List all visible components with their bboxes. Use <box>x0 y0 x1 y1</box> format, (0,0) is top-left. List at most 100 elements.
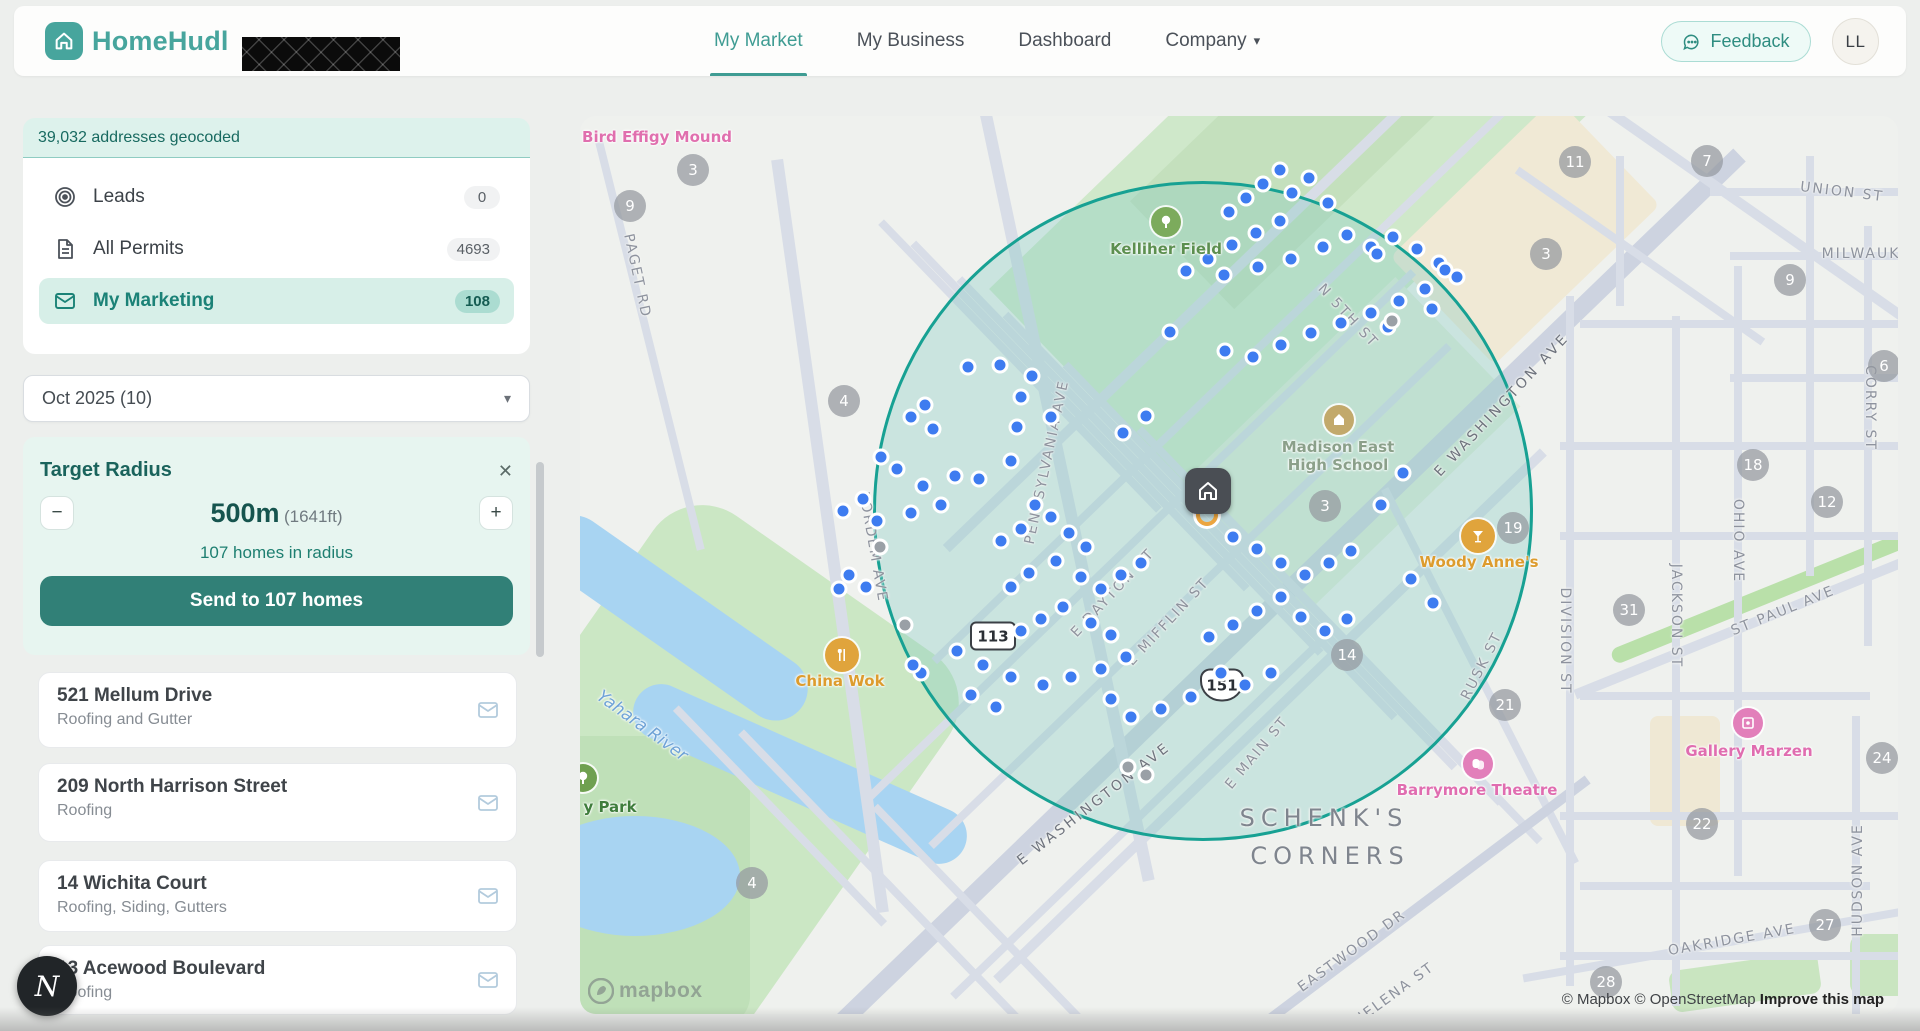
home-dot[interactable] <box>1255 176 1272 193</box>
home-dot[interactable] <box>1303 325 1320 342</box>
home-dot[interactable] <box>1273 337 1290 354</box>
home-dot[interactable] <box>1320 195 1337 212</box>
home-dot[interactable] <box>1061 525 1078 542</box>
home-dot[interactable] <box>1385 229 1402 246</box>
feedback-button[interactable]: Feedback <box>1661 21 1811 62</box>
home-dot[interactable] <box>1343 543 1360 560</box>
home-dot[interactable] <box>1078 539 1095 556</box>
sidebar-scrollbar[interactable] <box>536 462 544 657</box>
home-dot[interactable] <box>1133 555 1150 572</box>
home-dot[interactable] <box>1009 419 1026 436</box>
home-dot[interactable] <box>1043 409 1060 426</box>
home-dot[interactable] <box>1027 497 1044 514</box>
home-dot[interactable] <box>831 581 848 598</box>
address-card[interactable]: 209 North Harrison Street Roofing <box>38 763 517 842</box>
home-dot[interactable] <box>1003 579 1020 596</box>
permit-dot[interactable] <box>897 617 914 634</box>
home-dot[interactable] <box>1245 349 1262 366</box>
nav-company[interactable]: Company▾ <box>1165 6 1260 76</box>
home-dot[interactable] <box>933 497 950 514</box>
home-dot[interactable] <box>947 468 964 485</box>
home-dot[interactable] <box>1272 213 1289 230</box>
home-dot[interactable] <box>903 505 920 522</box>
home-dot[interactable] <box>1217 343 1234 360</box>
home-dot[interactable] <box>889 461 906 478</box>
home-dot[interactable] <box>1063 669 1080 686</box>
home-dot[interactable] <box>1391 293 1408 310</box>
home-dot[interactable] <box>1183 689 1200 706</box>
home-dot[interactable] <box>1178 263 1195 280</box>
mapbox-logo[interactable]: mapbox <box>588 978 703 1004</box>
home-dot[interactable] <box>971 471 988 488</box>
home-dot[interactable] <box>1317 623 1334 640</box>
home-dot[interactable] <box>1263 665 1280 682</box>
home-dot[interactable] <box>1221 204 1238 221</box>
nav-my-market[interactable]: My Market <box>714 6 803 76</box>
sidebar-item-all-permits[interactable]: All Permits 4693 <box>39 226 514 272</box>
home-dot[interactable] <box>1249 603 1266 620</box>
home-dot[interactable] <box>1013 623 1030 640</box>
home-dot[interactable] <box>1213 665 1230 682</box>
home-dot[interactable] <box>1249 541 1266 558</box>
home-dot[interactable] <box>1273 555 1290 572</box>
permit-dot[interactable] <box>872 539 889 556</box>
home-dot[interactable] <box>988 699 1005 716</box>
home-dot[interactable] <box>960 359 977 376</box>
home-dot[interactable] <box>1043 509 1060 526</box>
mail-icon[interactable] <box>476 884 500 908</box>
address-card[interactable]: 521 Mellum Drive Roofing and Gutter <box>38 672 517 748</box>
home-dot[interactable] <box>873 449 890 466</box>
home-dot[interactable] <box>1339 227 1356 244</box>
home-dot[interactable] <box>1449 269 1466 286</box>
home-dot[interactable] <box>1284 185 1301 202</box>
permit-dot[interactable] <box>1384 313 1401 330</box>
home-dot[interactable] <box>1272 162 1289 179</box>
home-dot[interactable] <box>1225 617 1242 634</box>
home-dot[interactable] <box>1293 609 1310 626</box>
home-dot[interactable] <box>869 513 886 530</box>
permit-dot[interactable] <box>1120 759 1137 776</box>
n-floating-button[interactable]: N <box>17 956 77 1016</box>
permit-dot[interactable] <box>1138 767 1155 784</box>
mail-icon[interactable] <box>476 791 500 815</box>
home-dot[interactable] <box>1321 555 1338 572</box>
home-dot[interactable] <box>1403 571 1420 588</box>
home-dot[interactable] <box>1083 615 1100 632</box>
home-dot[interactable] <box>1021 565 1038 582</box>
home-dot[interactable] <box>1103 691 1120 708</box>
home-dot[interactable] <box>1395 465 1412 482</box>
mail-icon[interactable] <box>476 968 500 992</box>
address-card[interactable]: 14 Wichita Court Roofing, Siding, Gutter… <box>38 860 517 932</box>
nav-my-business[interactable]: My Business <box>857 6 965 76</box>
home-dot[interactable] <box>1103 627 1120 644</box>
nav-dashboard[interactable]: Dashboard <box>1018 6 1111 76</box>
improve-this-map-link[interactable]: Improve this map <box>1760 991 1884 1008</box>
home-dot[interactable] <box>1425 595 1442 612</box>
home-dot[interactable] <box>1003 453 1020 470</box>
home-dot[interactable] <box>1162 324 1179 341</box>
home-dot[interactable] <box>1118 649 1135 666</box>
home-dot[interactable] <box>1003 669 1020 686</box>
sidebar-item-my-marketing[interactable]: My Marketing 108 <box>39 278 514 324</box>
home-dot[interactable] <box>992 357 1009 374</box>
home-dot[interactable] <box>835 503 852 520</box>
home-dot[interactable] <box>905 657 922 674</box>
home-dot[interactable] <box>1113 567 1130 584</box>
map-attribution[interactable]: © Mapbox © OpenStreetMap Improve this ma… <box>1562 991 1884 1008</box>
home-dot[interactable] <box>1123 709 1140 726</box>
home-dot[interactable] <box>1224 237 1241 254</box>
home-dot[interactable] <box>963 687 980 704</box>
home-dot[interactable] <box>1248 225 1265 242</box>
home-dot[interactable] <box>1301 170 1318 187</box>
home-dot[interactable] <box>1013 521 1030 538</box>
home-dot[interactable] <box>1363 305 1380 322</box>
home-dot[interactable] <box>1297 567 1314 584</box>
home-dot[interactable] <box>1409 241 1426 258</box>
home-dot[interactable] <box>1273 589 1290 606</box>
home-dot[interactable] <box>1048 553 1065 570</box>
app-logo[interactable]: HomeHudl <box>45 22 229 60</box>
home-dot[interactable] <box>917 397 934 414</box>
home-dot[interactable] <box>1035 677 1052 694</box>
home-dot[interactable] <box>1369 246 1386 263</box>
home-dot[interactable] <box>903 409 920 426</box>
